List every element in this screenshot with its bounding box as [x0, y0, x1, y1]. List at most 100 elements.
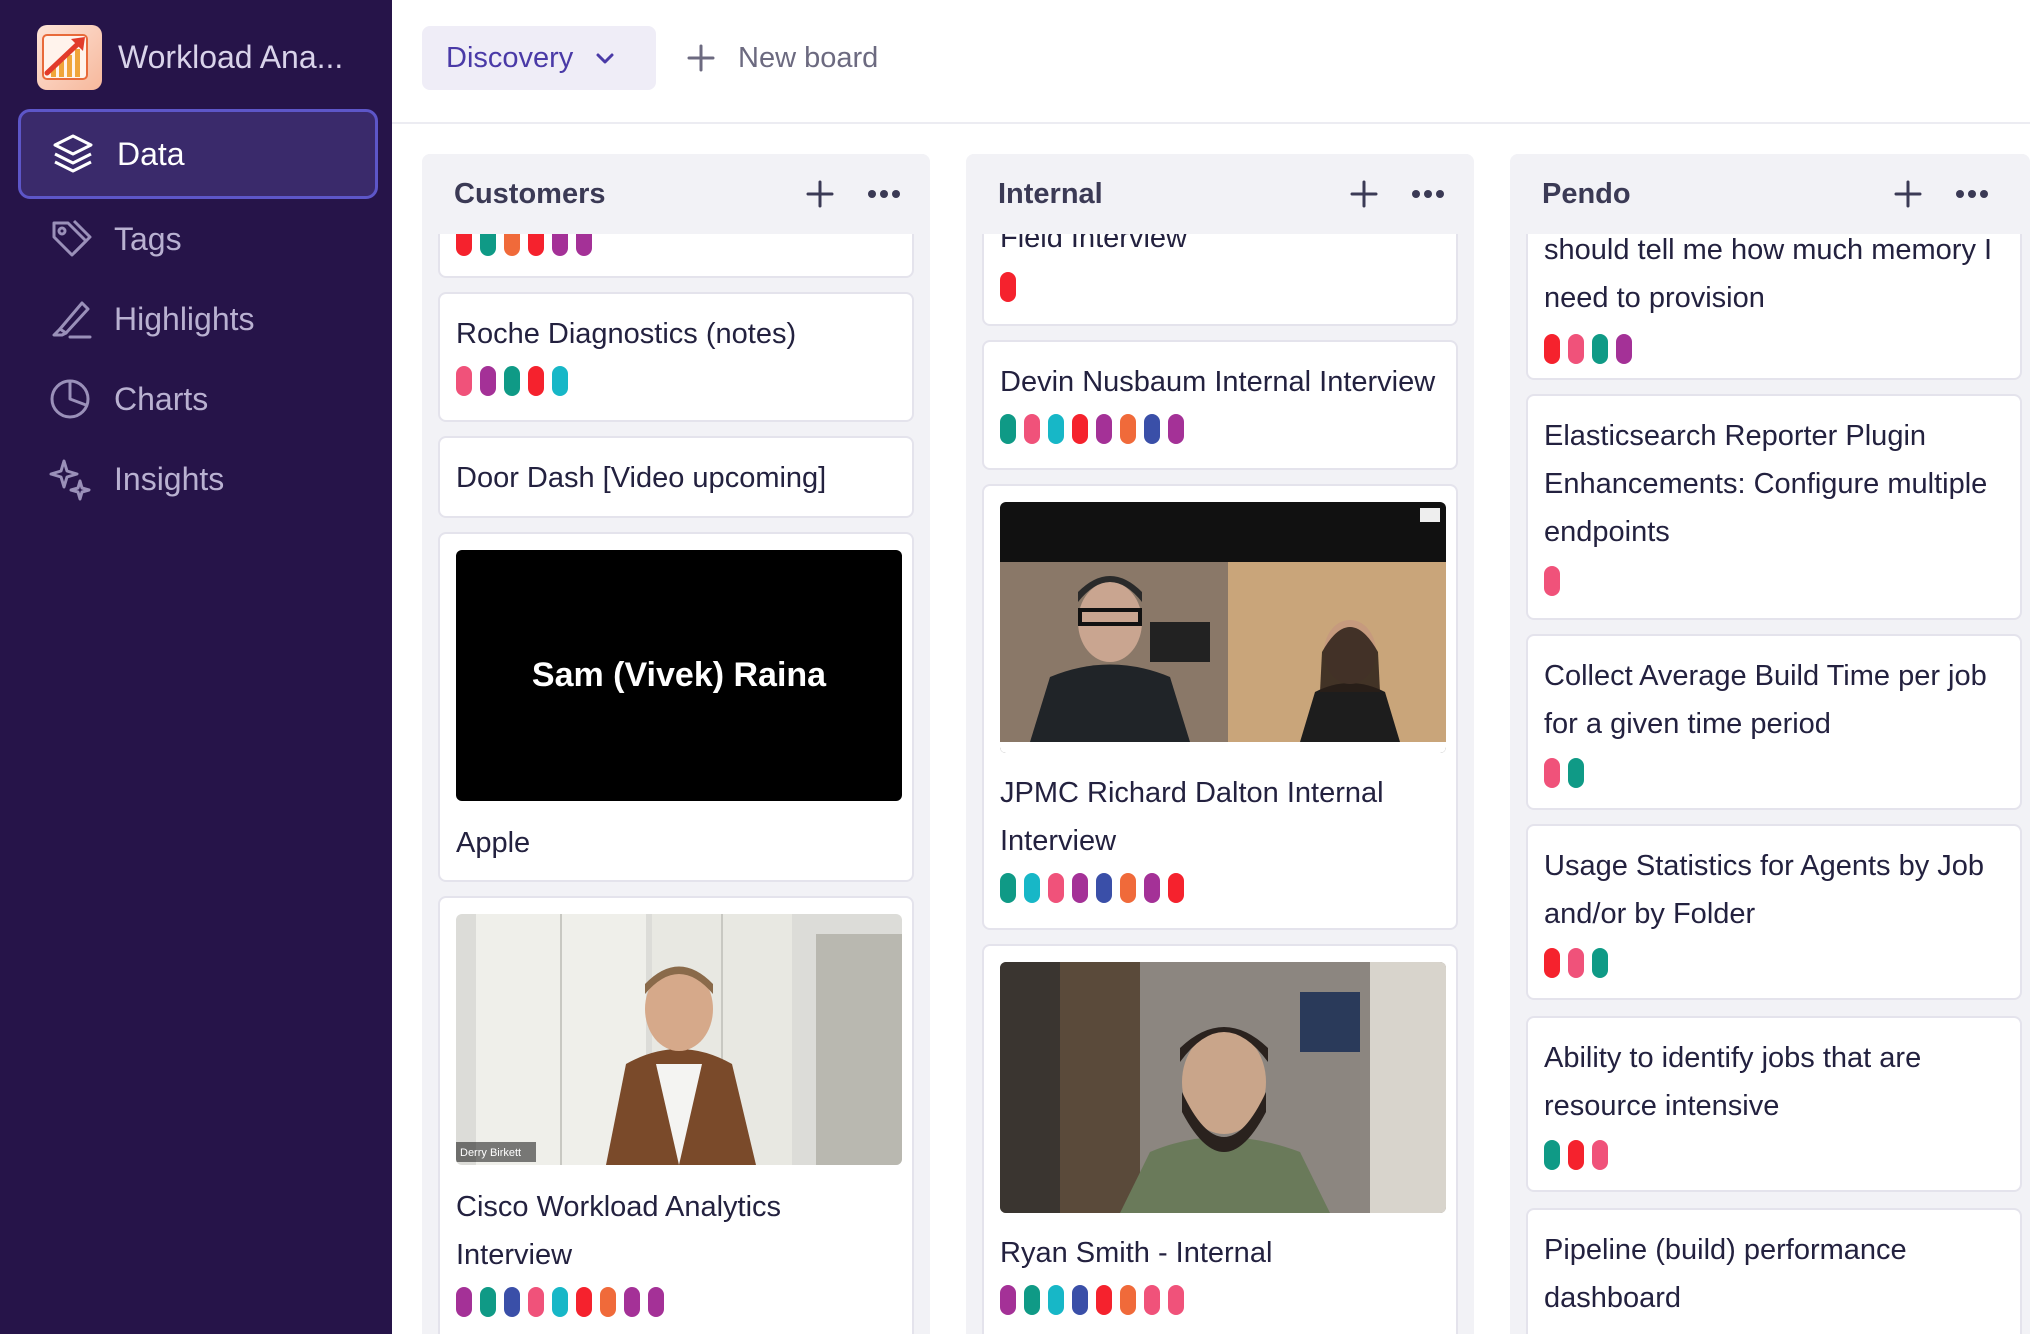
tag-pill[interactable]: [504, 1287, 520, 1317]
sidebar-item-charts[interactable]: Charts: [18, 357, 378, 441]
tag-pill[interactable]: [1000, 272, 1016, 302]
tag-pill[interactable]: [576, 1287, 592, 1317]
tag-pill[interactable]: [1592, 334, 1608, 364]
tag-pill[interactable]: [1168, 1285, 1184, 1315]
tag-pill[interactable]: [1048, 1285, 1064, 1315]
tag-pill[interactable]: [1000, 1285, 1016, 1315]
tag-pill[interactable]: [1544, 758, 1560, 788]
tag-pill[interactable]: [1048, 414, 1064, 444]
workspace-name: Workload Ana...: [118, 39, 344, 75]
card[interactable]: Derry Birkett Cisco Workload Analytics I…: [438, 896, 914, 1334]
video-thumbnail[interactable]: [1000, 962, 1446, 1213]
board-selector[interactable]: Discovery: [422, 26, 656, 90]
tag-pill[interactable]: [480, 366, 496, 396]
tag-pill[interactable]: [552, 1287, 568, 1317]
sidebar-item-highlights[interactable]: Highlights: [18, 277, 378, 361]
tag-pill[interactable]: [1544, 948, 1560, 978]
sidebar-item-label: Data: [117, 135, 185, 172]
tag-pill[interactable]: [1120, 1285, 1136, 1315]
more-options-icon[interactable]: [858, 168, 910, 220]
tag-pill[interactable]: [1096, 873, 1112, 903]
column-pendo: Pendo should tell me how much memory I n…: [1510, 154, 2030, 1334]
column-cards: Roche Diagnostics (notes) Door Dash [Vid…: [438, 204, 914, 1334]
card[interactable]: Devin Nusbaum Internal Interview: [982, 340, 1458, 470]
tag-pill[interactable]: [600, 1287, 616, 1317]
tag-pill[interactable]: [480, 1287, 496, 1317]
tag-pill[interactable]: [504, 366, 520, 396]
tag-pill[interactable]: [1544, 1140, 1560, 1170]
card[interactable]: Sam (Vivek) Raina Apple: [438, 532, 914, 882]
tag-list: [1000, 272, 1440, 302]
board-selector-label: Discovery: [446, 41, 574, 74]
video-thumbnail[interactable]: Derry Birkett: [456, 914, 902, 1165]
sidebar-item-tags[interactable]: Tags: [18, 197, 378, 281]
tag-icon: [44, 213, 96, 265]
tag-pill[interactable]: [552, 366, 568, 396]
sidebar: Workload Ana... Data Tags Highlights Cha…: [0, 0, 392, 1334]
tag-pill[interactable]: [1568, 334, 1584, 364]
card[interactable]: should tell me how much memory I need to…: [1526, 224, 2022, 380]
tag-pill[interactable]: [624, 1287, 640, 1317]
sidebar-item-data[interactable]: Data: [18, 109, 378, 199]
tag-pill[interactable]: [456, 1287, 472, 1317]
tag-pill[interactable]: [1568, 758, 1584, 788]
card[interactable]: Door Dash [Video upcoming]: [438, 436, 914, 518]
tag-pill[interactable]: [1024, 1285, 1040, 1315]
column-cards: should tell me how much memory I need to…: [1526, 224, 2022, 1334]
pie-chart-icon: [44, 373, 96, 425]
tag-pill[interactable]: [1024, 414, 1040, 444]
add-card-plus-icon[interactable]: [1882, 168, 1934, 220]
tag-pill[interactable]: [1120, 414, 1136, 444]
tag-pill[interactable]: [1000, 414, 1016, 444]
card[interactable]: Pipeline (build) performance dashboard: [1526, 1208, 2022, 1334]
tag-pill[interactable]: [1096, 1285, 1112, 1315]
tag-pill[interactable]: [1544, 566, 1560, 596]
card[interactable]: Collect Average Build Time per job for a…: [1526, 634, 2022, 810]
card-title: Apple: [456, 827, 531, 859]
card-title: Door Dash [Video upcoming]: [456, 462, 827, 494]
card[interactable]: Ability to identify jobs that are resour…: [1526, 1016, 2022, 1192]
tag-pill[interactable]: [1568, 948, 1584, 978]
chevron-down-icon: [593, 46, 617, 70]
video-thumbnail[interactable]: [1000, 502, 1446, 753]
tag-pill[interactable]: [1072, 414, 1088, 444]
add-card-plus-icon[interactable]: [794, 168, 846, 220]
tag-pill[interactable]: [1144, 414, 1160, 444]
tag-pill[interactable]: [1000, 873, 1016, 903]
more-options-icon[interactable]: [1402, 168, 1454, 220]
tag-pill[interactable]: [1048, 873, 1064, 903]
sidebar-item-label: Highlights: [114, 300, 255, 337]
tag-pill[interactable]: [1168, 873, 1184, 903]
tag-pill[interactable]: [1072, 873, 1088, 903]
workspace-switcher[interactable]: Workload Ana...: [37, 25, 343, 90]
tag-pill[interactable]: [456, 366, 472, 396]
card[interactable]: Ryan Smith - Internal: [982, 944, 1458, 1334]
tag-pill[interactable]: [1168, 414, 1184, 444]
card-title: Ryan Smith - Internal: [1000, 1237, 1273, 1269]
tag-pill[interactable]: [648, 1287, 664, 1317]
tag-pill[interactable]: [528, 366, 544, 396]
add-card-plus-icon[interactable]: [1338, 168, 1390, 220]
card[interactable]: Usage Statistics for Agents by Job and/o…: [1526, 824, 2022, 1000]
tag-pill[interactable]: [1592, 1140, 1608, 1170]
tag-pill[interactable]: [1592, 948, 1608, 978]
tag-list: [1544, 566, 2004, 596]
new-board-button[interactable]: New board: [686, 26, 878, 90]
tag-pill[interactable]: [528, 1287, 544, 1317]
tag-pill[interactable]: [1544, 334, 1560, 364]
card[interactable]: Roche Diagnostics (notes): [438, 292, 914, 422]
sidebar-item-insights[interactable]: Insights: [18, 437, 378, 521]
tag-pill[interactable]: [1616, 334, 1632, 364]
sidebar-item-label: Tags: [114, 220, 182, 257]
tag-pill[interactable]: [1072, 1285, 1088, 1315]
video-thumbnail[interactable]: Sam (Vivek) Raina: [456, 550, 902, 801]
tag-pill[interactable]: [1144, 873, 1160, 903]
card[interactable]: Elasticsearch Reporter Plugin Enhancemen…: [1526, 394, 2022, 620]
card[interactable]: JPMC Richard Dalton Internal Interview: [982, 484, 1458, 930]
tag-pill[interactable]: [1096, 414, 1112, 444]
tag-pill[interactable]: [1144, 1285, 1160, 1315]
tag-pill[interactable]: [1024, 873, 1040, 903]
tag-pill[interactable]: [1568, 1140, 1584, 1170]
more-options-icon[interactable]: [1946, 168, 1998, 220]
tag-pill[interactable]: [1120, 873, 1136, 903]
